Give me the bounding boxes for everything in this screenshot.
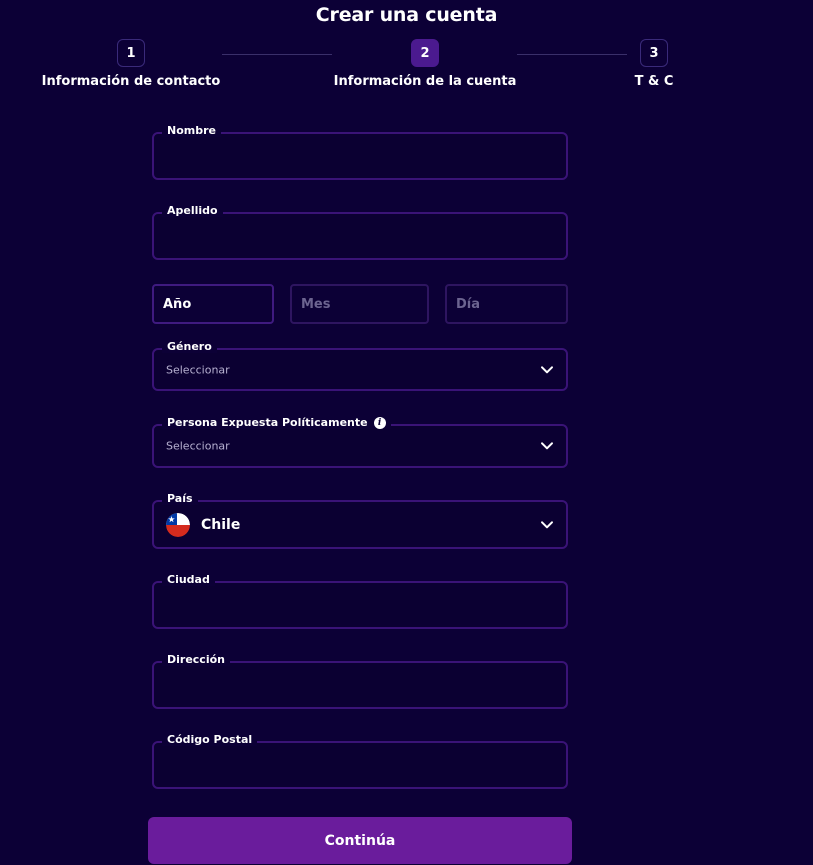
country-selected: Chile (166, 512, 241, 537)
first-name-input[interactable] (154, 134, 566, 178)
gender-label: Género (162, 340, 217, 353)
pep-value: Seleccionar (166, 439, 230, 453)
chevron-down-icon (541, 365, 553, 373)
birth-day-select[interactable]: Día (445, 284, 568, 324)
postal-code-input[interactable] (154, 743, 566, 787)
chile-flag-icon (166, 512, 190, 537)
postal-code-field: Código Postal (152, 733, 568, 789)
last-name-field: Apellido (152, 204, 568, 260)
step-3-label: T & C (634, 74, 674, 89)
step-connector-2 (517, 54, 627, 55)
address-field: Dirección (152, 653, 568, 709)
last-name-input[interactable] (154, 214, 566, 258)
country-label: País (162, 492, 198, 505)
step-1-label: Información de contacto (41, 74, 221, 89)
country-select[interactable]: País Chile (152, 492, 568, 549)
step-2-number[interactable]: 2 (411, 39, 439, 67)
gender-value: Seleccionar (166, 363, 230, 376)
birth-year-select[interactable]: Año (152, 284, 274, 324)
gender-select[interactable]: Género Seleccionar (152, 340, 568, 391)
birth-month-select[interactable]: Mes (290, 284, 429, 324)
step-3-number[interactable]: 3 (640, 39, 668, 67)
city-field: Ciudad (152, 573, 568, 629)
step-1-number[interactable]: 1 (117, 39, 145, 67)
city-input[interactable] (154, 583, 566, 627)
pep-label-wrap: Persona Expuesta Políticamente i (162, 416, 391, 429)
info-icon[interactable]: i (373, 416, 386, 429)
step-2-label: Información de la cuenta (333, 74, 517, 89)
page-title: Crear una cuenta (315, 4, 498, 26)
chevron-down-icon (541, 520, 553, 528)
create-account-page: Crear una cuenta 1 Información de contac… (0, 0, 813, 865)
address-input[interactable] (154, 663, 566, 707)
pep-label: Persona Expuesta Políticamente (167, 416, 368, 429)
chevron-down-icon (541, 442, 553, 450)
pep-select[interactable]: Persona Expuesta Políticamente i Selecci… (152, 416, 568, 468)
step-connector-1 (222, 54, 332, 55)
first-name-field: Nombre (152, 124, 568, 180)
continue-button[interactable]: Continúa (148, 817, 572, 864)
country-name: Chile (201, 516, 241, 533)
